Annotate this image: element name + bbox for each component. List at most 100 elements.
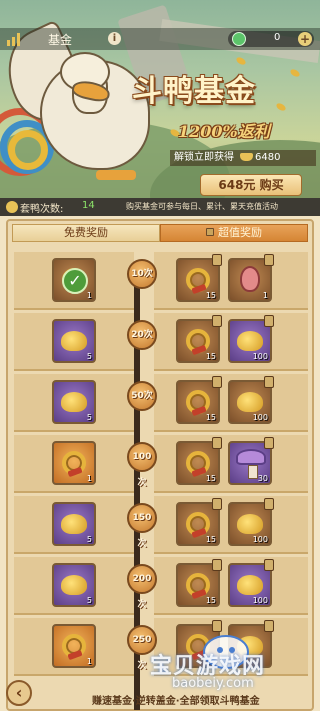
lock-icon [212, 254, 222, 266]
tier-label: 100次 [132, 452, 152, 488]
free-reward-item[interactable]: 5 [52, 380, 96, 424]
tier-medal: 150次 [127, 503, 157, 549]
premium-reward-item[interactable]: 100 [228, 559, 274, 607]
ring-reward-icon [186, 268, 210, 292]
tier-medal: 100次 [127, 442, 157, 488]
currency-value: 0 [274, 32, 281, 43]
reward-row: 5 50次 15 100 [14, 374, 308, 432]
lock-icon [264, 315, 274, 327]
free-reward-item[interactable]: 1 [52, 441, 96, 485]
ring-decoration [8, 130, 48, 170]
item-quantity: 1 [86, 474, 92, 483]
item-quantity: 15 [205, 535, 216, 544]
gold-coins-icon [58, 575, 90, 597]
duck-count-icon [6, 201, 18, 213]
lock-icon [264, 437, 274, 449]
lock-icon [212, 376, 222, 388]
leaf-decoration [235, 55, 247, 67]
tier-label: 200次 [132, 574, 152, 610]
gold-coins-icon [234, 392, 266, 414]
free-reward-item[interactable]: 5 [52, 319, 96, 363]
tier-medal: 200次 [127, 564, 157, 610]
tier-label: 150次 [132, 513, 152, 549]
reward-row: ✓ 1 10次 15 1 [14, 252, 308, 310]
ring-reward-icon [62, 634, 86, 658]
leaf-decoration [275, 101, 287, 113]
item-quantity: 1 [86, 657, 92, 666]
duck-feet-illustration [96, 170, 136, 180]
item-quantity: 100 [252, 596, 268, 605]
top-bar: 基金 i 0 + [0, 28, 320, 50]
unlock-info: 解锁立即获得 6480 [170, 150, 316, 166]
ring-reward-icon [186, 573, 210, 597]
ring-reward-icon [186, 451, 210, 475]
buy-button[interactable]: 648元 购买 [200, 174, 302, 196]
duck-count-label: 套鸭次数: [20, 204, 64, 215]
item-quantity: 100 [252, 413, 268, 422]
lock-icon [264, 254, 274, 266]
free-reward-item[interactable]: ✓ 1 [52, 258, 96, 302]
item-quantity: 5 [86, 596, 92, 605]
info-strip: 套鸭次数: 14 购买基金可参与每日、累计、累天充值活动 [0, 198, 320, 216]
lock-icon [212, 437, 222, 449]
premium-reward-item[interactable]: 15 [176, 376, 222, 424]
item-quantity: 5 [86, 535, 92, 544]
gold-coins-icon [58, 331, 90, 353]
free-reward-item[interactable]: 5 [52, 502, 96, 546]
tab-free-rewards[interactable]: 免费奖励 [12, 224, 160, 242]
item-quantity: 5 [86, 352, 92, 361]
premium-reward-item[interactable]: 15 [176, 498, 222, 546]
gem-icon [232, 32, 246, 46]
item-quantity: 100 [252, 535, 268, 544]
fund-headline: 斗鸭基金 [132, 74, 256, 109]
gold-coins-icon [234, 331, 266, 353]
lock-icon [206, 228, 214, 236]
lock-icon [212, 559, 222, 571]
premium-reward-item[interactable]: 15 [176, 559, 222, 607]
tier-label: 250次 [132, 635, 152, 671]
tier-label: 50次 [131, 391, 153, 401]
premium-reward-item[interactable]: 30 [228, 437, 274, 485]
rebate-text: 1200%返利 [178, 122, 270, 141]
item-quantity: 15 [205, 474, 216, 483]
tier-label: 10次 [131, 269, 153, 279]
reward-row: 5 20次 15 100 [14, 313, 308, 371]
item-quantity: 15 [205, 596, 216, 605]
duck-count-value: 14 [82, 200, 95, 211]
tab-premium-rewards[interactable]: 超值奖励 [160, 224, 308, 242]
free-reward-item[interactable]: 1 [52, 624, 96, 668]
gold-coins-icon [58, 514, 90, 536]
item-quantity: 100 [252, 352, 268, 361]
ring-reward-icon [186, 329, 210, 353]
leaf-decoration [289, 67, 301, 79]
premium-reward-item[interactable]: 1 [228, 254, 274, 302]
premium-reward-item[interactable]: 100 [228, 315, 274, 363]
back-button[interactable]: ‹ [6, 680, 32, 706]
free-reward-item[interactable]: 5 [52, 563, 96, 607]
tier-label: 20次 [131, 330, 153, 340]
unlock-text: 解锁立即获得 [174, 152, 234, 163]
tier-medal: 10次 [127, 259, 157, 289]
premium-reward-item[interactable]: 15 [176, 315, 222, 363]
lock-icon [264, 498, 274, 510]
page-title: 基金 [48, 33, 73, 47]
claimed-check-icon: ✓ [62, 268, 88, 294]
premium-reward-item[interactable]: 100 [228, 376, 274, 424]
tier-medal: 20次 [127, 320, 157, 350]
item-quantity: 30 [257, 474, 268, 483]
add-currency-button[interactable]: + [298, 32, 312, 46]
premium-reward-item[interactable]: 100 [228, 498, 274, 546]
ring-reward-icon [62, 451, 86, 475]
gold-coins-icon [234, 514, 266, 536]
premium-reward-item[interactable]: 15 [176, 437, 222, 485]
item-quantity: 15 [205, 413, 216, 422]
lock-icon [264, 559, 274, 571]
item-quantity: 5 [86, 413, 92, 422]
fund-note: 购买基金可参与每日、累计、累天充值活动 [126, 202, 278, 211]
premium-reward-item[interactable]: 15 [176, 254, 222, 302]
lock-icon [212, 315, 222, 327]
gold-coins-icon [234, 575, 266, 597]
info-icon[interactable]: i [108, 32, 121, 45]
lock-icon [264, 376, 274, 388]
currency-display: 0 + [228, 31, 314, 47]
